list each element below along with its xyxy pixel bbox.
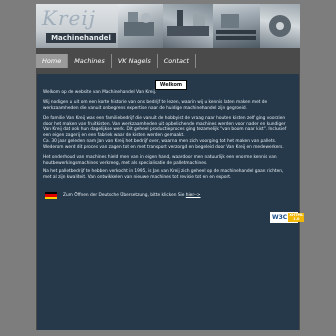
nav-item-home[interactable]: Home: [36, 54, 69, 68]
nav-item-contact[interactable]: Contact: [158, 54, 197, 68]
welcome-badge: Welkom: [155, 80, 187, 90]
site-logo[interactable]: Kreij Machinehandel: [36, 4, 118, 48]
nav-item-machines[interactable]: Machines: [68, 54, 112, 68]
header-photo-workshop: [163, 4, 213, 48]
german-translation-link[interactable]: hier-->: [186, 193, 201, 198]
main-content: Welkom Welkom op de website van Machineh…: [37, 74, 305, 330]
page-frame: Kreij Machinehandel Home Machines VK Nag…: [36, 4, 305, 330]
header-photo-pallets: [213, 4, 260, 48]
header-banner: Kreij Machinehandel: [36, 4, 300, 48]
german-flag-icon[interactable]: [45, 192, 57, 199]
pallets-paragraph: Ca. 30 jaar geleden nam Jan van Kreij he…: [43, 139, 284, 150]
header-photo-machine: [118, 4, 163, 48]
w3c-xhtml-badge[interactable]: W3C XHTML 1.0: [270, 212, 305, 223]
intro-paragraph: Welkom op de website van Machinehandel V…: [43, 90, 157, 95]
machinehandel-paragraph: Na het palletbedrijf te hebben verkocht …: [43, 169, 284, 180]
german-note-text: Zum Öffnen der Deutsche Übersetzung, bit…: [63, 193, 186, 198]
w3c-logo-text: W3C: [272, 214, 288, 221]
header-photo-saw: [260, 4, 300, 48]
w3c-version-label: XHTML 1.0: [288, 213, 305, 222]
w3c-label-version: 1.0: [293, 217, 300, 222]
logo-script-text: Kreij: [42, 6, 96, 30]
family-paragraph: De familie Van Kreij was een familiebedr…: [43, 116, 287, 138]
main-nav: Home Machines VK Nagels Contact: [36, 54, 300, 68]
german-translation-note: Zum Öffnen der Deutsche Übersetzung, bit…: [63, 192, 283, 199]
maintenance-paragraph: Het onderhoud van machines hield men van…: [43, 155, 277, 166]
nav-item-vk-nagels[interactable]: VK Nagels: [112, 54, 158, 68]
logo-plate: Machinehandel: [46, 33, 116, 43]
history-paragraph: Wij nodigen u uit om een korte historie …: [43, 100, 268, 111]
